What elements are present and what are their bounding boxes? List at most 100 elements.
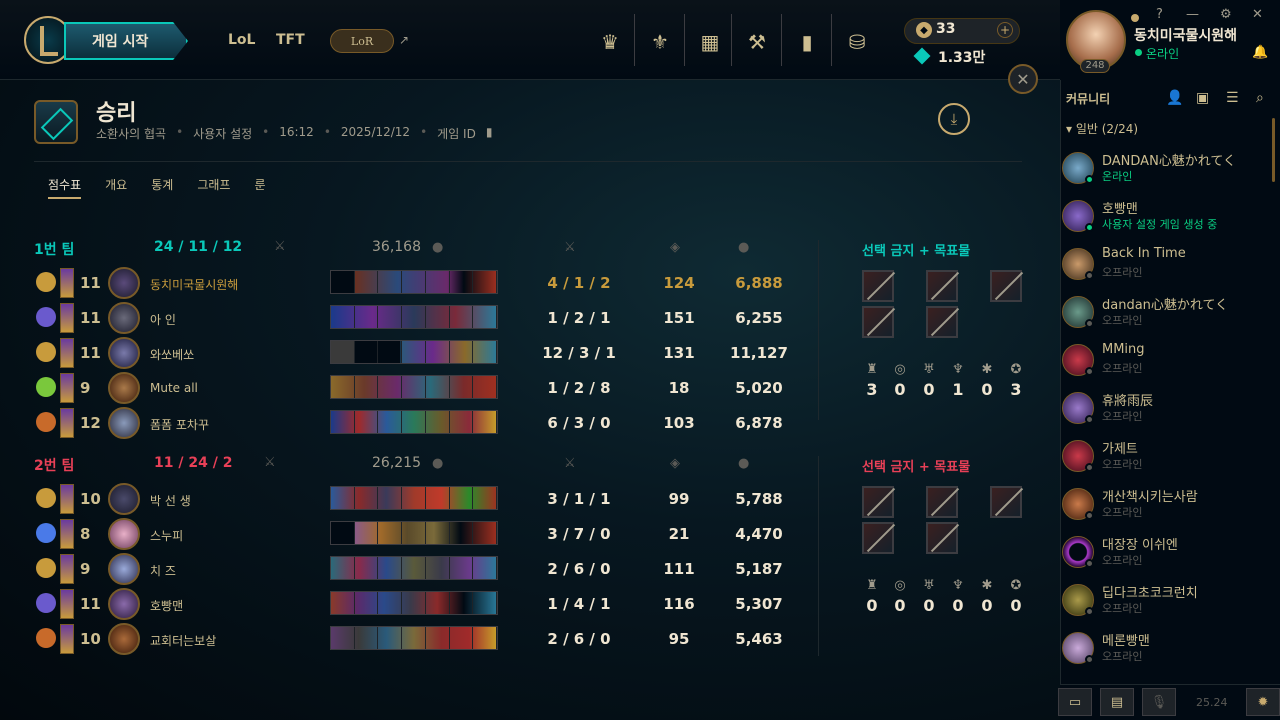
- friend-item[interactable]: 호빵맨 사용자 설정 게임 생성 중: [1062, 194, 1262, 242]
- copy-icon[interactable]: ▮: [486, 125, 493, 142]
- pass-icon[interactable]: ▮: [785, 22, 829, 62]
- tab-scoreboard[interactable]: 점수표: [48, 176, 82, 199]
- friend-item[interactable]: MMing 오프라인: [1062, 338, 1262, 386]
- player-name[interactable]: Mute all: [150, 381, 198, 395]
- play-button[interactable]: 게임 시작: [64, 22, 188, 60]
- table-row[interactable]: 9 치 즈 2 / 6 / 0 111 5,187: [34, 552, 794, 586]
- notifications-bell-icon[interactable]: 🔔: [1252, 45, 1268, 60]
- table-row[interactable]: 10 교회터는보살 2 / 6 / 0 95 5,463: [34, 622, 794, 656]
- tab-stats[interactable]: 통계: [151, 176, 173, 199]
- missions-icon[interactable]: ▤: [1100, 688, 1134, 716]
- game-id-label[interactable]: 게임 ID: [437, 125, 476, 142]
- minimize-icon[interactable]: —: [1186, 7, 1199, 22]
- summoner-spells: [60, 554, 74, 584]
- add-folder-icon[interactable]: ▣: [1196, 90, 1209, 106]
- collection-icon[interactable]: ▦: [688, 22, 732, 62]
- player-name[interactable]: 교회터는보살: [150, 632, 216, 649]
- search-icon[interactable]: ⌕: [1256, 90, 1264, 106]
- champion-portrait[interactable]: [108, 483, 140, 515]
- champion-portrait[interactable]: [108, 267, 140, 299]
- nav-lol[interactable]: LoL: [228, 32, 255, 48]
- team1-kda: 24 / 11 / 12: [154, 239, 243, 255]
- table-row[interactable]: 11 아 인 1 / 2 / 1 151 6,255: [34, 301, 794, 335]
- map-icon: [34, 100, 78, 144]
- settings-icon[interactable]: ⚙: [1220, 7, 1232, 22]
- dragons-value: 0: [1010, 596, 1022, 615]
- friend-item[interactable]: 딥다크초코크런치 오프라인: [1062, 578, 1262, 626]
- player-name[interactable]: 동치미국물시원해: [150, 276, 238, 293]
- champion-portrait[interactable]: [108, 518, 140, 550]
- table-row[interactable]: 8 스누피 3 / 7 / 0 21 4,470: [34, 517, 794, 551]
- download-icon[interactable]: ⤓: [938, 103, 970, 135]
- friend-group-header[interactable]: ▾ 일반 (2/24): [1066, 120, 1138, 137]
- summoner-spells: [60, 589, 74, 619]
- champion-portrait[interactable]: [108, 302, 140, 334]
- team2-bans-title: 선택 금지 + 목표물: [862, 460, 971, 475]
- list-icon[interactable]: ☰: [1226, 90, 1239, 106]
- champion-portrait[interactable]: [108, 553, 140, 585]
- friend-item[interactable]: DANDAN心魅かれてく 온라인: [1062, 146, 1262, 194]
- gold-column-icon: ●: [738, 240, 750, 255]
- tab-overview[interactable]: 개요: [105, 176, 127, 199]
- champion-portrait[interactable]: [108, 623, 140, 655]
- table-row[interactable]: 11 와쏘베쏘 12 / 3 / 1 131 11,127: [34, 336, 794, 370]
- friend-item[interactable]: Back In Time 오프라인: [1062, 242, 1262, 290]
- player-name[interactable]: 폼폼 포차꾸: [150, 416, 209, 433]
- table-row[interactable]: 9 Mute all 1 / 2 / 8 18 5,020: [34, 371, 794, 405]
- profile-status[interactable]: 온라인: [1146, 45, 1179, 62]
- add-friend-icon[interactable]: 👤: [1166, 90, 1183, 106]
- nav-lor-button[interactable]: LoR: [330, 29, 394, 53]
- gold-column-icon: ●: [738, 456, 750, 471]
- store-icon[interactable]: ⛁: [835, 22, 879, 62]
- table-row[interactable]: 11 동치미국물시원해 4 / 1 / 2 124 6,888: [34, 266, 794, 300]
- profile-name[interactable]: 동치미국물시원해: [1134, 25, 1237, 45]
- champion-level: 10: [80, 630, 101, 648]
- tab-graph[interactable]: 그래프: [197, 176, 230, 199]
- player-name[interactable]: 호빵맨: [150, 597, 183, 614]
- scrollbar[interactable]: [1272, 118, 1275, 182]
- tab-runes[interactable]: 룬: [254, 176, 265, 199]
- friend-item[interactable]: 휴將雨辰 오프라인: [1062, 386, 1262, 434]
- team2-kda: 11 / 24 / 2: [154, 455, 233, 471]
- nav-tft[interactable]: TFT: [276, 32, 305, 48]
- game-type: 사용자 설정: [193, 127, 253, 141]
- player-name[interactable]: 치 즈: [150, 562, 176, 579]
- player-name[interactable]: 박 선 생: [150, 492, 191, 509]
- player-cs: 99: [668, 490, 690, 508]
- report-bug-icon[interactable]: ✹: [1246, 688, 1280, 716]
- player-name[interactable]: 스누피: [150, 527, 183, 544]
- table-row[interactable]: 12 폼폼 포차꾸 6 / 3 / 0 103 6,878: [34, 406, 794, 440]
- item-slots: [330, 626, 498, 650]
- close-window-icon[interactable]: ✕: [1252, 7, 1263, 22]
- help-icon[interactable]: ?: [1156, 7, 1163, 22]
- grub-icon: ✱: [981, 362, 993, 377]
- herald-value: 1: [952, 380, 964, 399]
- table-row[interactable]: 11 호빵맨 1 / 4 / 1 116 5,307: [34, 587, 794, 621]
- clash-icon[interactable]: ♛: [588, 22, 632, 62]
- nav-divider: [781, 14, 782, 66]
- status-dot: [1085, 511, 1094, 520]
- friend-item[interactable]: 대장장 이쉬엔 오프라인: [1062, 530, 1262, 578]
- profile-nav-icon[interactable]: ⚜: [638, 22, 682, 62]
- player-name[interactable]: 아 인: [150, 311, 176, 328]
- loot-icon[interactable]: ⚒: [735, 22, 779, 62]
- friend-item[interactable]: 개산책시키는사람 오프라인: [1062, 482, 1262, 530]
- table-row[interactable]: 10 박 선 생 3 / 1 / 1 99 5,788: [34, 482, 794, 516]
- champion-portrait[interactable]: [108, 588, 140, 620]
- champion-portrait[interactable]: [108, 372, 140, 404]
- player-gold: 11,127: [730, 344, 788, 362]
- player-name[interactable]: 와쏘베쏘: [150, 346, 194, 363]
- friend-item[interactable]: 가제트 오프라인: [1062, 434, 1262, 482]
- status-dot: [1085, 607, 1094, 616]
- close-post-game-button[interactable]: ✕: [1008, 64, 1038, 94]
- microphone-icon[interactable]: 🎙: [1142, 688, 1176, 716]
- baron-icon: ♅: [923, 362, 935, 377]
- summoner-spells: [60, 408, 74, 438]
- add-rp-button[interactable]: +: [997, 22, 1013, 38]
- chat-icon[interactable]: ▭: [1058, 688, 1092, 716]
- friend-item[interactable]: 메론빵맨 오프라인: [1062, 626, 1262, 674]
- friend-item[interactable]: dandan心魅かれてく 오프라인: [1062, 290, 1262, 338]
- champion-portrait[interactable]: [108, 337, 140, 369]
- champion-portrait[interactable]: [108, 407, 140, 439]
- player-gold: 6,878: [735, 414, 783, 432]
